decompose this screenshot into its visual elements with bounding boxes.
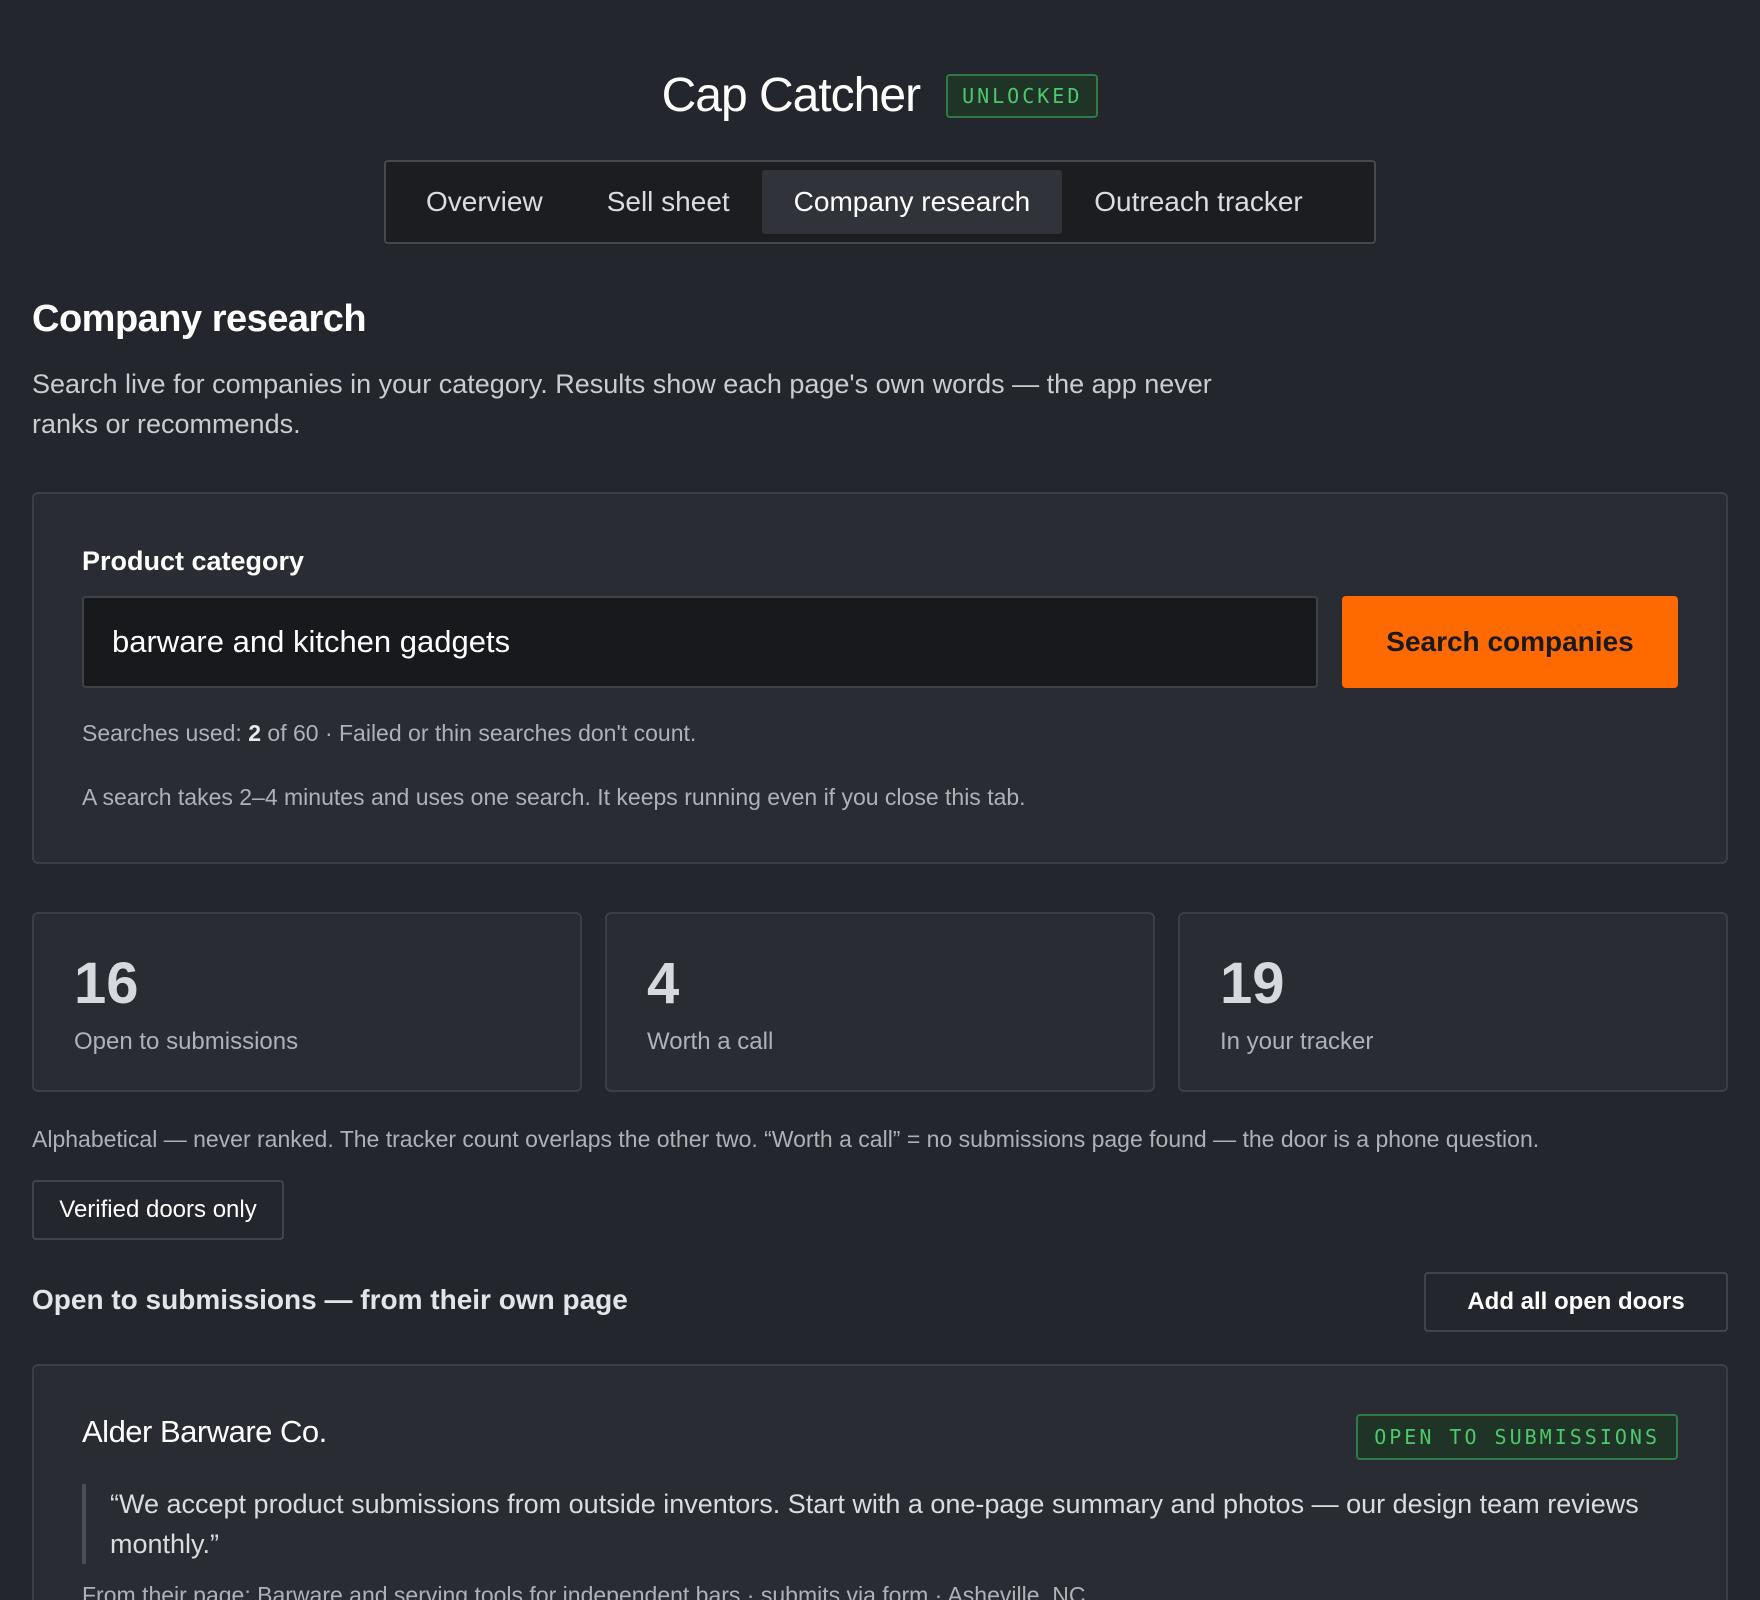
usage-count: 2 (248, 720, 262, 746)
stat-value: 16 (74, 951, 139, 1016)
stats-footnote: Alphabetical — never ranked. The tracker… (32, 1126, 1540, 1152)
product-category-label: Product category (82, 546, 305, 576)
stat-value: 4 (647, 951, 680, 1016)
search-duration-note: A search takes 2–4 minutes and uses one … (82, 784, 1026, 810)
stat-label: Worth a call (647, 1028, 774, 1055)
usage-suffix: of 60 · Failed or thin searches don't co… (261, 720, 697, 746)
add-all-open-doors-button[interactable]: Add all open doors (1424, 1272, 1728, 1332)
page-title: Company research (32, 298, 367, 340)
tab-overview[interactable]: Overview (394, 170, 575, 234)
search-panel: Product category barware and kitchen gad… (32, 492, 1728, 864)
verified-doors-only-toggle[interactable]: Verified doors only (32, 1180, 284, 1240)
unlocked-badge: UNLOCKED (946, 73, 1099, 118)
stat-label: Open to submissions (74, 1028, 299, 1055)
list-heading: Open to submissions — from their own pag… (32, 1284, 628, 1315)
tab-bar: Overview Sell sheet Company research Out… (384, 160, 1376, 244)
app-header: Cap Catcher UNLOCKED (0, 68, 1760, 123)
stat-worth-a-call: 4 Worth a call (605, 912, 1155, 1092)
product-category-input[interactable]: barware and kitchen gadgets (82, 596, 1318, 688)
stat-label: In your tracker (1220, 1028, 1374, 1055)
company-name[interactable]: Alder Barware Co. (82, 1414, 327, 1450)
tab-sell-sheet[interactable]: Sell sheet (575, 170, 762, 234)
company-card: Alder Barware Co. OPEN TO SUBMISSIONS “W… (32, 1364, 1728, 1600)
app-title: Cap Catcher (661, 69, 921, 122)
usage-prefix: Searches used: (82, 720, 249, 746)
company-meta: From their page: Barware and serving too… (82, 1582, 1086, 1600)
stat-open-to-submissions: 16 Open to submissions (32, 912, 582, 1092)
company-quote: “We accept product submissions from outs… (82, 1484, 1682, 1564)
stat-in-your-tracker: 19 In your tracker (1178, 912, 1728, 1092)
search-companies-button[interactable]: Search companies (1342, 596, 1678, 688)
stat-value: 19 (1220, 951, 1285, 1016)
status-badge: OPEN TO SUBMISSIONS (1356, 1414, 1678, 1460)
page-description: Search live for companies in your catego… (32, 369, 1212, 439)
tab-company-research[interactable]: Company research (761, 170, 1063, 234)
search-usage: Searches used: 2 of 60 · Failed or thin … (82, 720, 696, 747)
tab-outreach-tracker[interactable]: Outreach tracker (1062, 170, 1335, 234)
